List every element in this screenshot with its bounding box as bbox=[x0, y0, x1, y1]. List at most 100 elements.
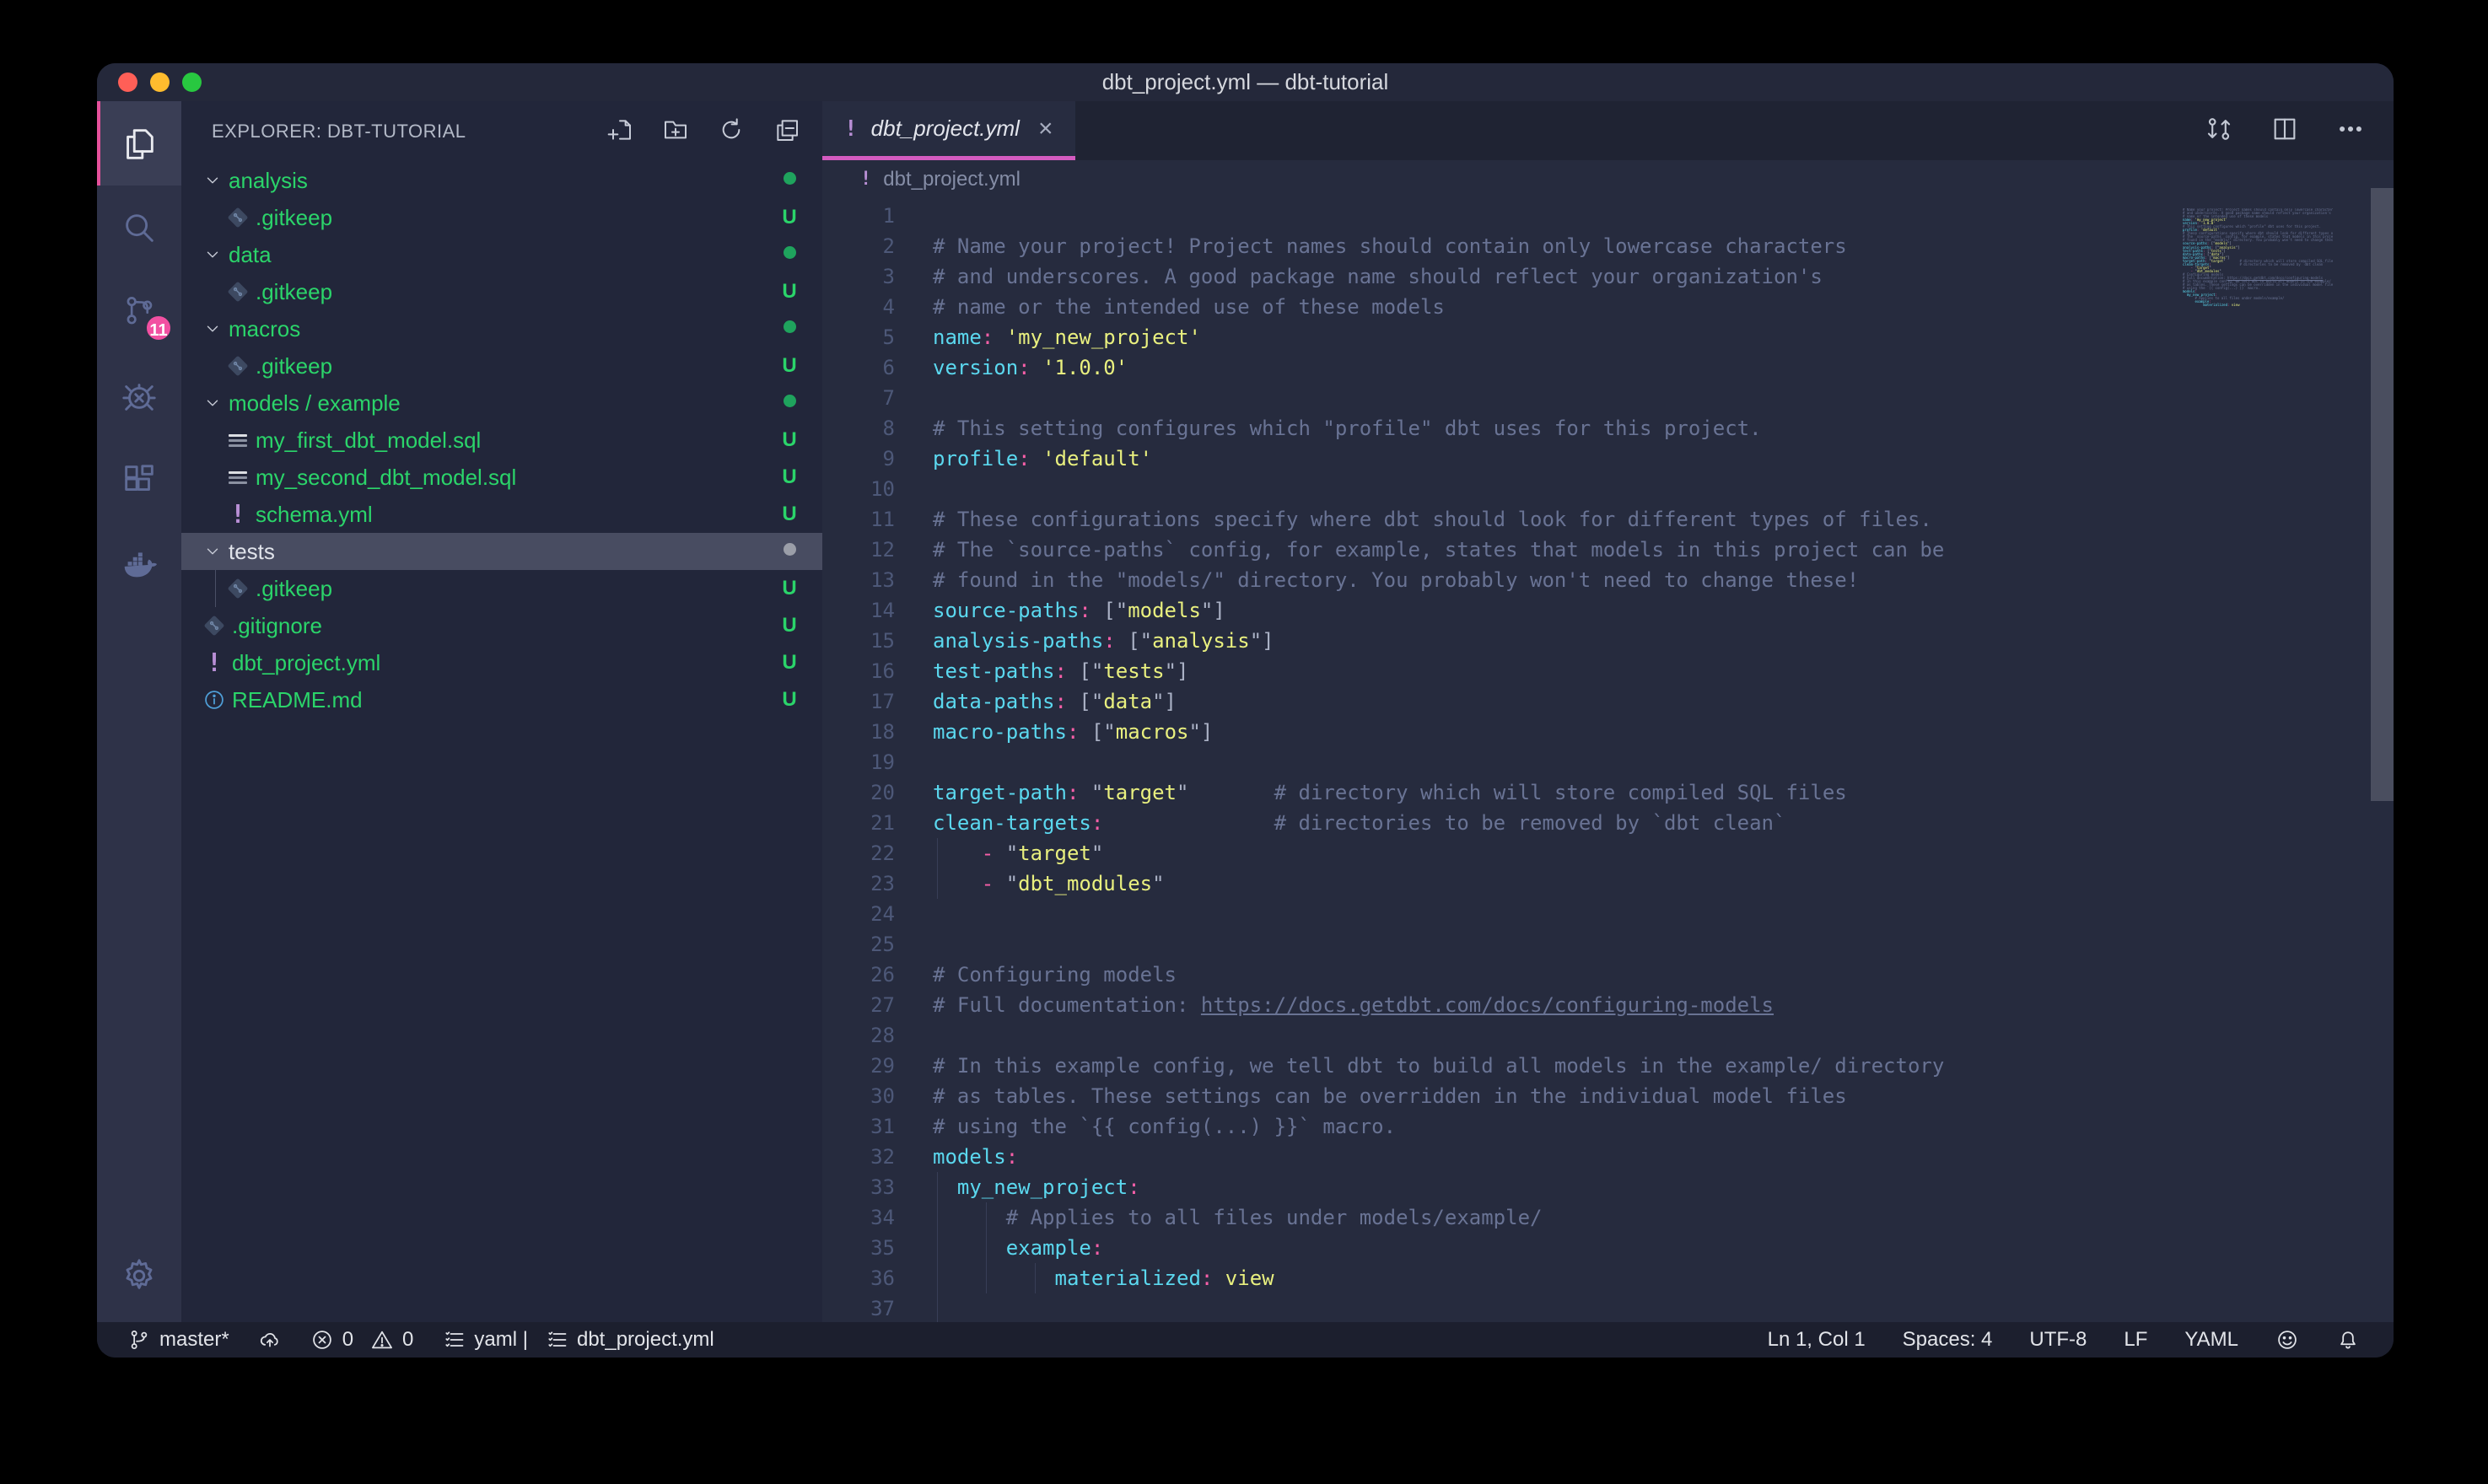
tree-folder-macros[interactable]: macros bbox=[181, 310, 822, 347]
status-error-count[interactable]: 0 bbox=[310, 1328, 353, 1352]
tree-file-readme-md[interactable]: README.mdU bbox=[181, 681, 822, 718]
folder-status-dot bbox=[778, 320, 800, 337]
line-number: 37 bbox=[822, 1293, 895, 1322]
tree-file--gitkeep[interactable]: .gitkeepU bbox=[181, 199, 822, 236]
info-file-icon bbox=[200, 688, 229, 712]
untracked-badge: U bbox=[778, 428, 800, 452]
compare-icon[interactable] bbox=[2205, 115, 2233, 148]
minimap[interactable]: # Name your project! Project names shoul… bbox=[2183, 208, 2333, 307]
tree-file-schema-yml[interactable]: !schema.ymlU bbox=[181, 496, 822, 533]
activity-settings-icon[interactable] bbox=[97, 1229, 181, 1322]
code-text: # Applies to all files under models/exam… bbox=[895, 1202, 1542, 1233]
status-indentation[interactable]: Spaces: 4 bbox=[1903, 1328, 1993, 1352]
yaml-warning-icon: ! bbox=[860, 169, 871, 190]
tree-file-my-first-dbt-model-sql[interactable]: my_first_dbt_model.sqlU bbox=[181, 422, 822, 459]
status-cursor-position[interactable]: Ln 1, Col 1 bbox=[1768, 1328, 1866, 1352]
editor-scrollbar[interactable] bbox=[2371, 188, 2394, 801]
tree-file--gitkeep[interactable]: .gitkeepU bbox=[181, 273, 822, 310]
tree-item-label: models / example bbox=[229, 390, 401, 417]
folder-status-dot bbox=[778, 395, 800, 411]
line-number: 9 bbox=[822, 444, 895, 474]
indent-guide bbox=[986, 1263, 987, 1293]
code-text: # found in the "models/" directory. You … bbox=[895, 565, 1859, 595]
line-number: 3 bbox=[822, 261, 895, 292]
tree-file--gitkeep[interactable]: .gitkeepU bbox=[181, 570, 822, 607]
line-number: 7 bbox=[822, 383, 895, 413]
status-publish-changes[interactable] bbox=[258, 1328, 282, 1352]
more-icon[interactable] bbox=[2336, 115, 2365, 148]
line-number: 26 bbox=[822, 960, 895, 990]
activity-source-control-icon[interactable]: 11 bbox=[97, 270, 181, 354]
code-line: 33 my_new_project: bbox=[822, 1172, 2394, 1202]
line-number: 28 bbox=[822, 1020, 895, 1051]
git-file-icon bbox=[223, 577, 252, 600]
code-line: 9profile: 'default' bbox=[822, 444, 2394, 474]
status-encoding[interactable]: UTF-8 bbox=[2029, 1328, 2087, 1352]
line-number: 32 bbox=[822, 1142, 895, 1172]
activity-docker-icon[interactable] bbox=[97, 523, 181, 607]
tree-folder-tests[interactable]: tests bbox=[181, 533, 822, 570]
code-text: target-path: "target" # directory which … bbox=[895, 777, 1847, 808]
tree-file--gitkeep[interactable]: .gitkeepU bbox=[181, 347, 822, 384]
activity-files-icon[interactable] bbox=[97, 101, 181, 186]
line-number: 23 bbox=[822, 868, 895, 899]
tree-file--gitignore[interactable]: .gitignoreU bbox=[181, 607, 822, 644]
code-text: my_new_project: bbox=[895, 1172, 1140, 1202]
status-bar: master* 00 yaml | dbt_project.yml Ln 1, Col… bbox=[97, 1322, 2394, 1358]
indent-guide bbox=[937, 838, 938, 868]
new-folder-icon[interactable] bbox=[662, 116, 689, 148]
tree-folder-models-example[interactable]: models / example bbox=[181, 384, 822, 422]
activity-bar: 11 bbox=[97, 101, 181, 1322]
status-notifications[interactable] bbox=[2336, 1328, 2360, 1352]
activity-search-icon[interactable] bbox=[97, 186, 181, 270]
tree-folder-data[interactable]: data bbox=[181, 236, 822, 273]
activity-debug-icon[interactable] bbox=[97, 354, 181, 438]
line-number: 27 bbox=[822, 990, 895, 1020]
status-warning-count[interactable]: 0 bbox=[370, 1328, 413, 1352]
code-text: example: bbox=[895, 1233, 1103, 1263]
code-line: 19 bbox=[822, 747, 2394, 777]
line-number: 21 bbox=[822, 808, 895, 838]
breadcrumb[interactable]: ! dbt_project.yml bbox=[822, 160, 2394, 198]
code-text bbox=[895, 474, 933, 504]
split-icon[interactable] bbox=[2270, 115, 2299, 148]
yaml-warning-icon: ! bbox=[200, 648, 229, 678]
untracked-badge: U bbox=[778, 280, 800, 304]
close-tab-icon[interactable]: × bbox=[1038, 115, 1053, 143]
yaml-warning-icon: ! bbox=[223, 500, 252, 530]
sql-file-icon bbox=[223, 469, 252, 487]
status-feedback[interactable] bbox=[2275, 1328, 2299, 1352]
tree-file-dbt-project-yml[interactable]: !dbt_project.ymlU bbox=[181, 644, 822, 681]
code-text: data-paths: ["data"] bbox=[895, 686, 1177, 717]
line-number: 5 bbox=[822, 322, 895, 352]
code-line: 6version: '1.0.0' bbox=[822, 352, 2394, 383]
line-number: 19 bbox=[822, 747, 895, 777]
breadcrumb-file[interactable]: dbt_project.yml bbox=[883, 168, 1021, 191]
tree-folder-analysis[interactable]: analysis bbox=[181, 162, 822, 199]
line-number: 35 bbox=[822, 1233, 895, 1263]
status-language-mode[interactable]: YAML bbox=[2184, 1328, 2238, 1352]
status-outline-yaml[interactable]: yaml | bbox=[442, 1328, 528, 1352]
collapse-all-icon[interactable] bbox=[773, 116, 800, 148]
code-text: name: 'my_new_project' bbox=[895, 322, 1201, 352]
line-number: 25 bbox=[822, 929, 895, 960]
status-eol[interactable]: LF bbox=[2124, 1328, 2147, 1352]
refresh-icon[interactable] bbox=[718, 116, 745, 148]
code-editor[interactable]: 12# Name your project! Project names sho… bbox=[822, 198, 2394, 1322]
tab-dbt-project-yml[interactable]: ! dbt_project.yml × bbox=[822, 101, 1075, 160]
code-text: # as tables. These settings can be overr… bbox=[895, 1081, 1847, 1111]
new-file-icon[interactable] bbox=[606, 116, 633, 148]
status-outline-file[interactable]: dbt_project.yml bbox=[545, 1328, 714, 1352]
activity-extensions-icon[interactable] bbox=[97, 438, 181, 523]
tree-file-my-second-dbt-model-sql[interactable]: my_second_dbt_model.sqlU bbox=[181, 459, 822, 496]
code-line: 29# In this example config, we tell dbt … bbox=[822, 1051, 2394, 1081]
untracked-badge: U bbox=[778, 577, 800, 600]
code-line: 18macro-paths: ["macros"] bbox=[822, 717, 2394, 747]
code-line: 20target-path: "target" # directory whic… bbox=[822, 777, 2394, 808]
code-text: # Configuring models bbox=[895, 960, 1177, 990]
line-number: 8 bbox=[822, 413, 895, 444]
tree-item-label: analysis bbox=[229, 168, 308, 194]
status-git-branch-status[interactable]: master* bbox=[127, 1328, 229, 1352]
sql-file-icon bbox=[223, 432, 252, 449]
code-text bbox=[895, 383, 933, 413]
